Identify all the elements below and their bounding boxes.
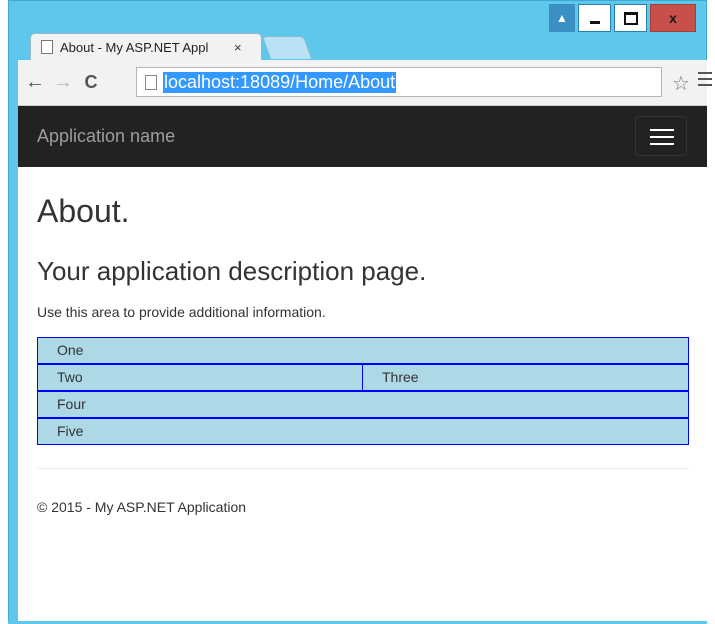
user-icon[interactable]: ▲: [549, 4, 575, 32]
close-window-button[interactable]: x: [650, 4, 696, 32]
minimize-icon: [589, 20, 600, 24]
bookmark-star-icon[interactable]: ☆: [672, 71, 690, 96]
page-subtitle: Your application description page.: [37, 256, 427, 286]
navbar-toggle-button[interactable]: [635, 116, 687, 156]
address-bar[interactable]: localhost:18089/Home/About: [136, 67, 662, 97]
tab-close-icon[interactable]: ×: [234, 40, 242, 55]
browser-tab[interactable]: About - My ASP.NET Appl ×: [30, 33, 262, 60]
page-description: Use this area to provide additional info…: [37, 304, 326, 320]
reload-icon[interactable]: C: [80, 72, 102, 93]
site-navbar: Application name: [18, 106, 707, 167]
grid-cell-five: Five: [37, 418, 689, 445]
footer-text: © 2015 - My ASP.NET Application: [37, 499, 247, 515]
maximize-button[interactable]: [614, 4, 647, 32]
url-text[interactable]: localhost:18089/Home/About: [163, 71, 397, 93]
minimize-button[interactable]: [578, 4, 611, 32]
chrome-menu-icon[interactable]: [698, 72, 712, 90]
maximize-icon: [623, 11, 638, 25]
page-content: About. Your application description page…: [18, 167, 707, 621]
back-arrow-icon[interactable]: ←: [24, 71, 46, 94]
grid-cell-four: Four: [37, 391, 689, 418]
forward-arrow-icon[interactable]: →: [52, 71, 74, 94]
grid-cell-two: Two: [37, 364, 363, 391]
desktop-background-left: [0, 0, 8, 624]
navbar-brand[interactable]: Application name: [37, 126, 175, 147]
new-tab-button[interactable]: [261, 36, 313, 59]
desktop-background-right: [707, 0, 715, 624]
window-controls: ▲ x: [549, 4, 696, 32]
page-icon: [145, 74, 157, 90]
browser-toolbar: ← → C localhost:18089/Home/About ☆: [18, 60, 712, 106]
grid-cell-three: Three: [362, 364, 689, 391]
tab-title: About - My ASP.NET Appl: [60, 39, 209, 55]
grid-cell-one: One: [37, 337, 689, 364]
page-title: About.: [37, 193, 130, 229]
footer-divider: [37, 468, 689, 469]
document-icon: [41, 40, 53, 54]
